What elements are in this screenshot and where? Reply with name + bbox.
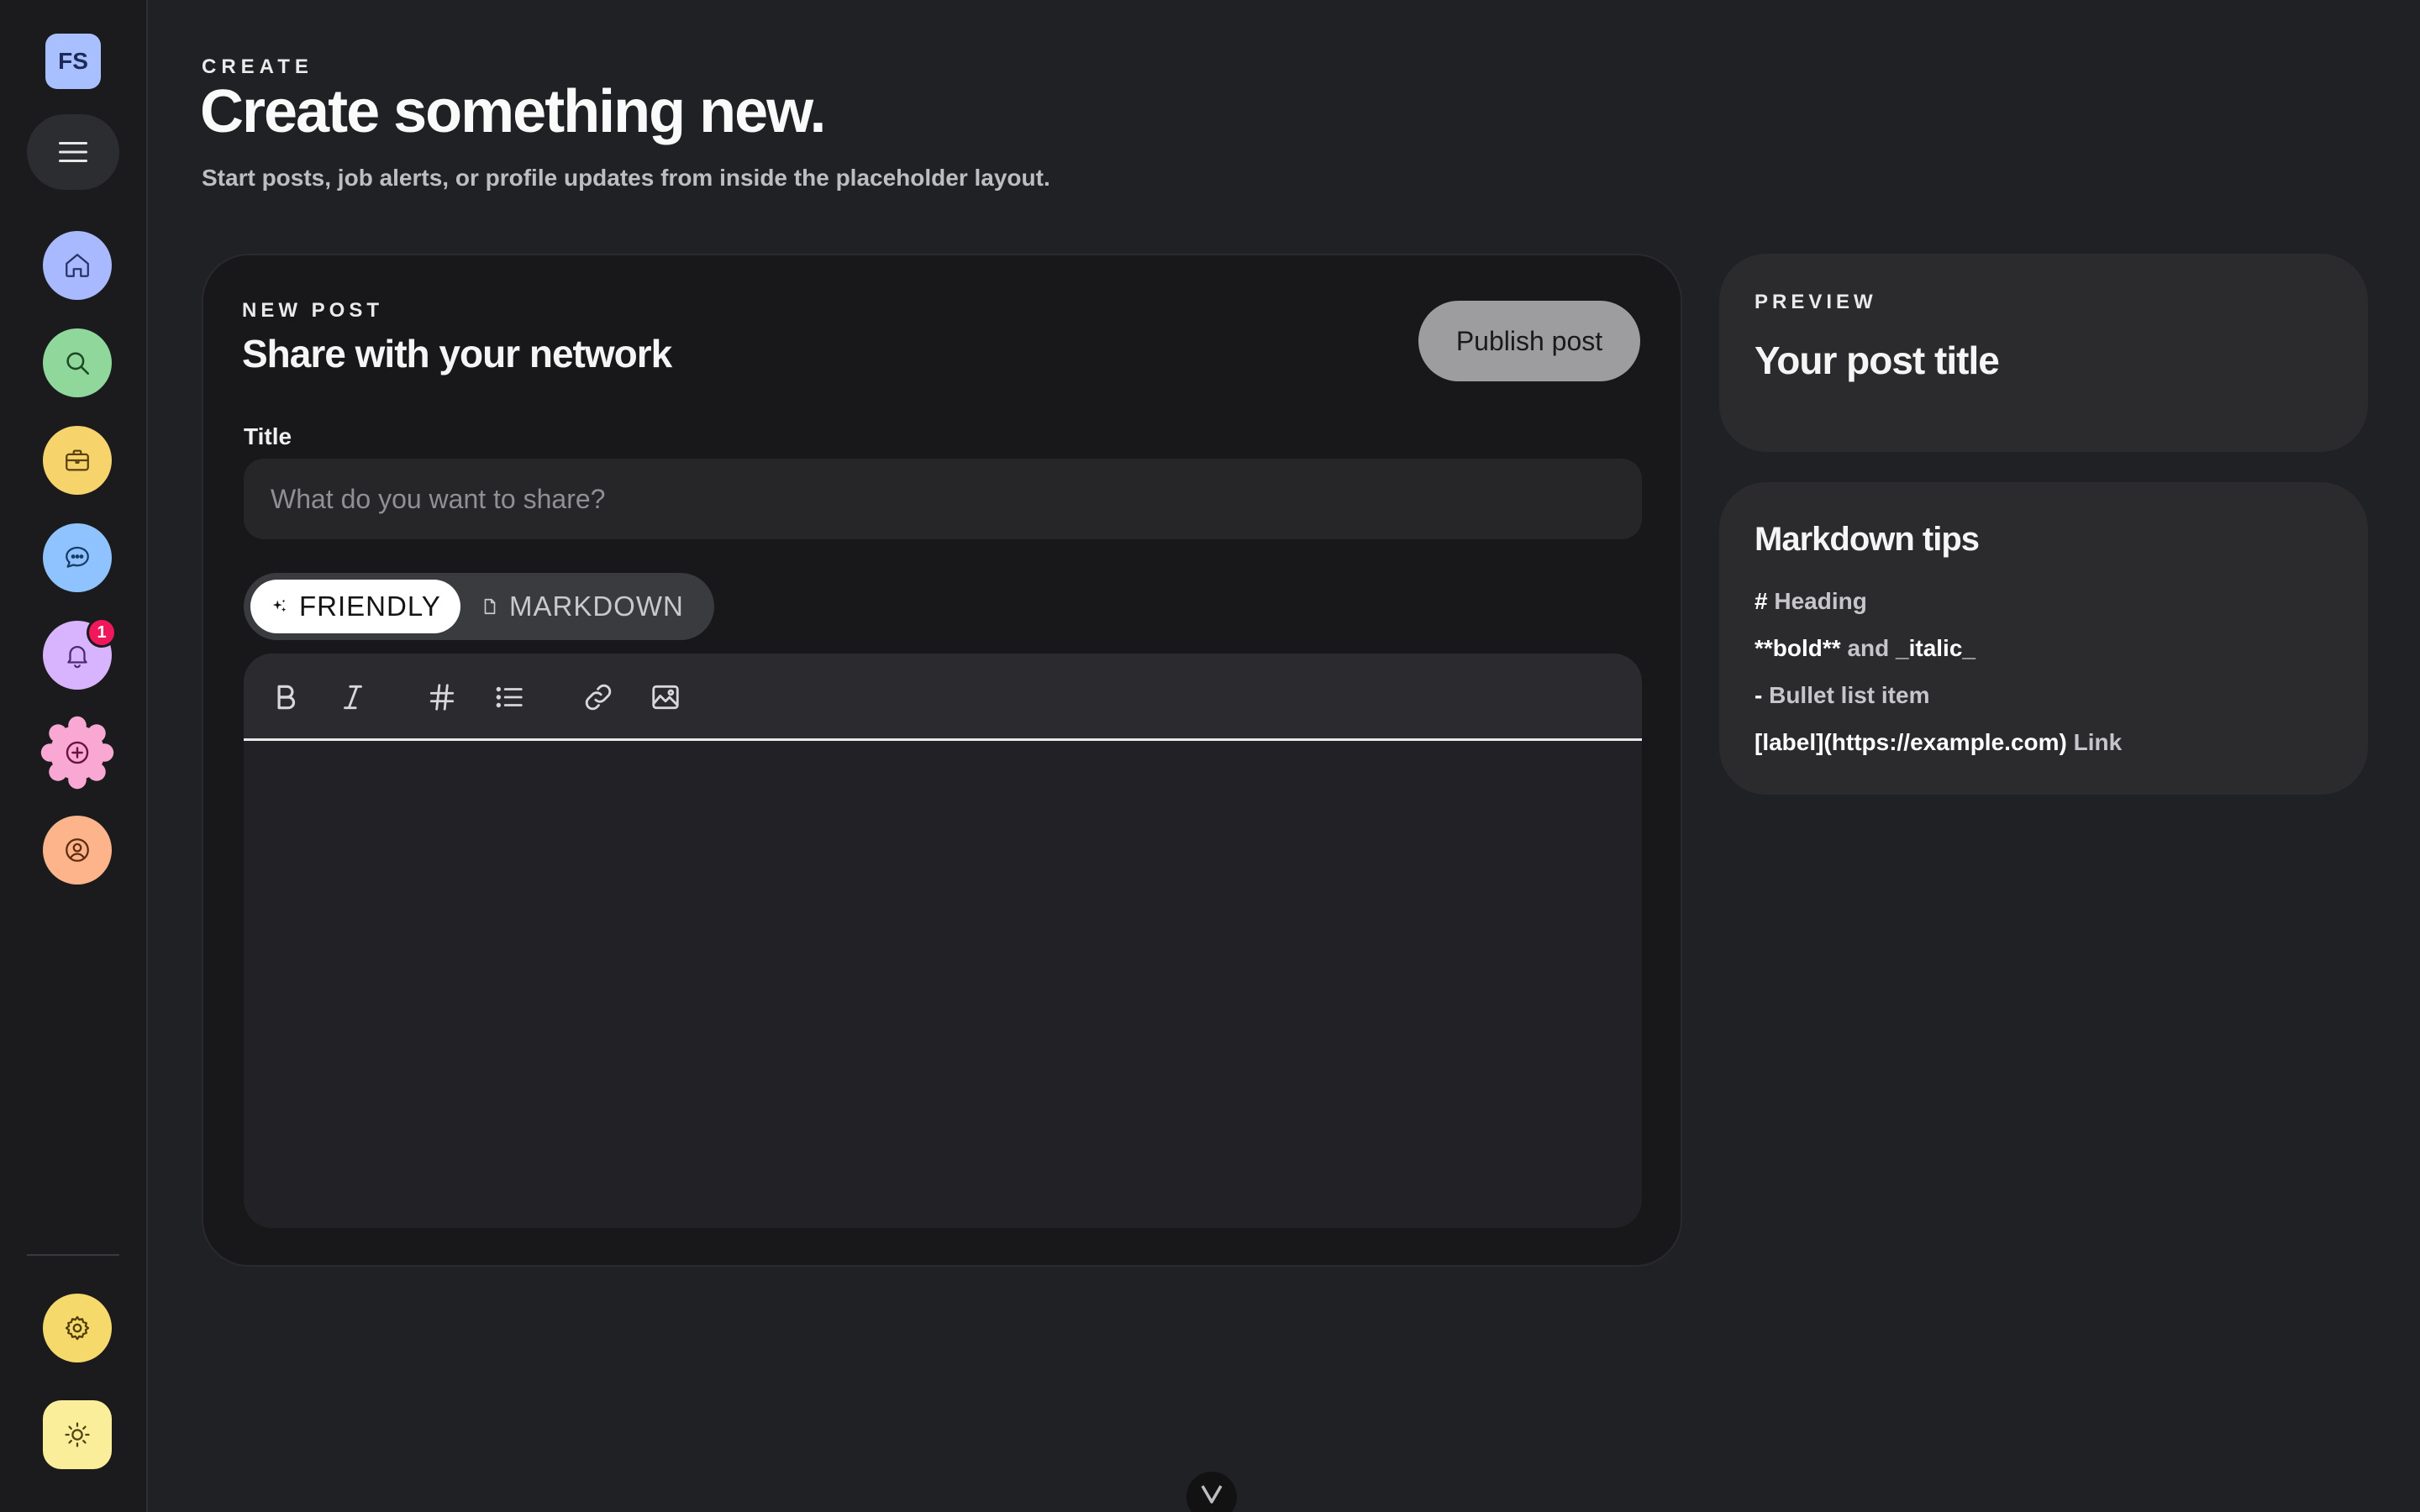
hamburger-icon [59,142,87,162]
app: FS 1 CREATE Create something new. Start … [0,0,2420,1512]
sparkle-icon [272,599,287,612]
composer-title: Share with your network [242,332,672,375]
sidebar-item-jobs[interactable] [43,426,112,495]
editor-toolbar [244,654,1642,741]
page-title: Create something new. [200,78,826,145]
tip-link: [label](https://example.com) Link [1754,729,2123,755]
heading-icon [429,684,455,711]
preview-eyebrow: PREVIEW [1754,291,1877,313]
composer-eyebrow: NEW POST [242,299,384,322]
rich-text-editor [244,654,1642,1228]
theme-toggle-button[interactable] [43,1400,112,1469]
page-eyebrow: CREATE [202,55,313,78]
composer-card: NEW POST Share with your network Publish… [202,254,1682,1267]
notification-badge: 1 [87,617,117,648]
image-button[interactable] [644,675,687,719]
bell-icon [67,646,87,669]
chevron-down-icon [1201,1485,1223,1504]
chat-icon [66,546,89,568]
sun-icon [65,1422,90,1447]
title-input[interactable] [244,459,1642,539]
preview-card: PREVIEW Your post title [1719,254,2368,452]
sidebar: FS 1 [0,0,148,1512]
document-icon [484,598,496,615]
user-circle-icon [66,838,89,862]
list-icon [496,686,523,708]
image-icon [652,685,679,710]
bold-button[interactable] [264,675,308,719]
sidebar-item-messages[interactable] [43,523,112,592]
sidebar-item-profile[interactable] [43,816,112,885]
mode-friendly-label: FRIENDLY [299,591,441,622]
home-icon [66,254,89,277]
sidebar-item-create[interactable] [40,716,114,790]
settings-button[interactable] [43,1294,112,1362]
gear-icon [65,1315,90,1341]
mode-markdown-button[interactable]: MARKDOWN [476,580,702,633]
sidebar-item-home[interactable] [43,231,112,300]
mode-markdown-label: MARKDOWN [509,591,684,622]
heading-button[interactable] [420,675,464,719]
publish-button[interactable]: Publish post [1418,301,1640,381]
italic-button[interactable] [331,675,375,719]
tip-heading: # Heading [1754,588,1867,614]
link-icon [585,684,612,711]
avatar[interactable]: FS [45,34,101,89]
preview-title: Your post title [1754,339,2000,382]
page-subtitle: Start posts, job alerts, or profile upda… [202,165,1050,191]
tip-bullet: - Bullet list item [1754,682,1930,708]
sidebar-item-notifications[interactable]: 1 [43,617,117,690]
mode-friendly-button[interactable]: FRIENDLY [250,580,460,633]
search-icon [66,352,90,375]
sidebar-divider [27,1254,119,1256]
bold-icon [277,685,296,710]
link-button[interactable] [576,675,620,719]
editor-mode-toggle: FRIENDLY MARKDOWN [244,573,714,640]
plus-circle-icon [66,741,89,764]
tips-title: Markdown tips [1754,521,1980,558]
bullet-list-button[interactable] [487,675,531,719]
markdown-tips-card: Markdown tips # Heading **bold** and _it… [1719,482,2368,795]
editor-content-area[interactable] [244,743,1642,1228]
sidebar-item-search[interactable] [43,328,112,397]
menu-button[interactable] [27,114,119,190]
italic-icon [344,685,362,710]
scroll-down-button[interactable] [1186,1472,1237,1512]
tip-bold-italic: **bold** and _italic_ [1754,635,1975,661]
briefcase-icon [66,449,89,471]
title-label: Title [244,423,292,449]
